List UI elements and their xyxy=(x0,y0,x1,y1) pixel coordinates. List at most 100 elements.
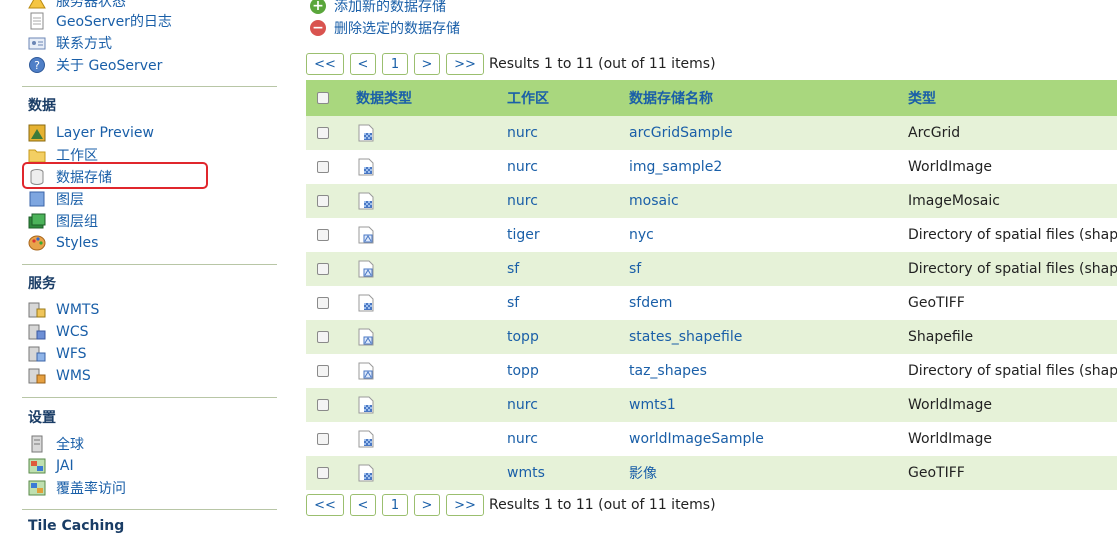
pager-last-button[interactable]: >> xyxy=(446,494,484,516)
sidebar-item-label: GeoServer的日志 xyxy=(56,14,172,30)
store-name-link[interactable]: sfdem xyxy=(629,295,672,311)
store-type: WorldImage xyxy=(908,159,992,175)
raster-store-icon xyxy=(358,430,374,448)
raster-store-icon xyxy=(358,158,374,176)
server-icon xyxy=(28,323,46,341)
store-type: WorldImage xyxy=(908,397,992,413)
remove-store-link[interactable]: − 删除选定的数据存储 xyxy=(310,18,460,38)
store-name-link[interactable]: 影像 xyxy=(629,463,657,483)
server-icon xyxy=(28,435,46,453)
workspace-link[interactable]: sf xyxy=(507,295,519,311)
workspace-link[interactable]: topp xyxy=(507,329,539,345)
vector-store-icon xyxy=(358,328,374,346)
pager-summary: Results 1 to 11 (out of 11 items) xyxy=(489,56,716,72)
remove-store-label: 删除选定的数据存储 xyxy=(334,21,460,37)
store-name-link[interactable]: states_shapefile xyxy=(629,329,742,345)
header-store-name[interactable]: 数据存储名称 xyxy=(629,88,713,108)
sidebar-item-wfs[interactable]: WFS xyxy=(28,343,87,365)
raster-store-icon xyxy=(358,124,374,142)
table-row: tiger nyc Directory of spatial files (shap… xyxy=(306,218,1117,252)
sidebar-item-contact[interactable]: 联系方式 xyxy=(28,32,112,54)
table-row: sf sf Directory of spatial files (shapefil… xyxy=(306,252,1117,286)
sidebar-item-jai[interactable]: JAI xyxy=(28,455,74,477)
row-checkbox[interactable] xyxy=(317,195,329,207)
layer-preview-icon xyxy=(28,124,46,142)
header-type[interactable]: 类型 xyxy=(908,88,936,108)
store-name-link[interactable]: nyc xyxy=(629,227,654,243)
sidebar-item-layers[interactable]: 图层 xyxy=(28,188,84,210)
sidebar-item-wmts[interactable]: WMTS xyxy=(28,299,99,321)
sidebar-item-label: JAI xyxy=(56,458,74,474)
sidebar-item-wms[interactable]: WMS xyxy=(28,365,91,387)
raster-store-icon xyxy=(358,294,374,312)
workspace-link[interactable]: nurc xyxy=(507,125,538,141)
header-workspace[interactable]: 工作区 xyxy=(507,88,549,108)
sidebar-item-label: Styles xyxy=(56,235,99,251)
row-checkbox[interactable] xyxy=(317,297,329,309)
row-checkbox[interactable] xyxy=(317,161,329,173)
sidebar-item-layer-preview[interactable]: Layer Preview xyxy=(28,122,154,144)
row-checkbox[interactable] xyxy=(317,127,329,139)
sidebar-item-styles[interactable]: Styles xyxy=(28,232,98,254)
store-name-link[interactable]: taz_shapes xyxy=(629,363,707,379)
stores-table: 数据类型 工作区 数据存储名称 类型 nurc arcGridSample ArcG… xyxy=(306,80,1117,490)
sidebar-item-label: WMTS xyxy=(56,302,100,318)
store-name-link[interactable]: sf xyxy=(629,261,641,277)
store-name-link[interactable]: mosaic xyxy=(629,193,679,209)
section-title-tile-caching: Tile Caching xyxy=(28,518,125,534)
store-name-link[interactable]: arcGridSample xyxy=(629,125,733,141)
store-name-link[interactable]: img_sample2 xyxy=(629,159,722,175)
raster-store-icon xyxy=(358,396,374,414)
workspace-link[interactable]: nurc xyxy=(507,431,538,447)
sidebar-item-about[interactable]: ? 关于 GeoServer xyxy=(28,54,162,76)
table-row: wmts 影像 GeoTIFF xyxy=(306,456,1117,490)
row-checkbox[interactable] xyxy=(317,467,329,479)
section-title-services: 服务 xyxy=(28,276,56,292)
row-checkbox[interactable] xyxy=(317,229,329,241)
table-row: nurc worldImageSample WorldImage xyxy=(306,422,1117,456)
add-store-link[interactable]: + 添加新的数据存储 xyxy=(310,0,446,16)
workspace-link[interactable]: nurc xyxy=(507,193,538,209)
help-icon: ? xyxy=(28,56,46,74)
pager-last-button[interactable]: >> xyxy=(446,53,484,75)
header-data-type[interactable]: 数据类型 xyxy=(356,88,412,108)
pager-prev-button[interactable]: < xyxy=(350,53,376,75)
svg-text:?: ? xyxy=(34,59,40,72)
store-type: ArcGrid xyxy=(908,125,961,141)
sidebar-item-label: 图层组 xyxy=(56,214,98,230)
workspace-link[interactable]: tiger xyxy=(507,227,540,243)
sidebar-item-geoserver-log[interactable]: GeoServer的日志 xyxy=(28,10,172,32)
row-checkbox[interactable] xyxy=(317,331,329,343)
workspace-link[interactable]: sf xyxy=(507,261,519,277)
sidebar-item-wcs[interactable]: WCS xyxy=(28,321,89,343)
workspace-link[interactable]: nurc xyxy=(507,397,538,413)
store-type: Shapefile xyxy=(908,329,974,345)
remove-icon: − xyxy=(310,20,326,36)
table-row: nurc wmts1 WorldImage xyxy=(306,388,1117,422)
workspace-link[interactable]: wmts xyxy=(507,465,545,481)
pager-page-button[interactable]: 1 xyxy=(382,494,408,516)
sidebar-item-global[interactable]: 全球 xyxy=(28,433,84,455)
vector-store-icon xyxy=(358,260,374,278)
store-type: Directory of spatial files (shapefiles) xyxy=(908,363,1117,379)
pager-prev-button[interactable]: < xyxy=(350,494,376,516)
pager-next-button[interactable]: > xyxy=(414,494,440,516)
workspace-link[interactable]: nurc xyxy=(507,159,538,175)
row-checkbox[interactable] xyxy=(317,263,329,275)
row-checkbox[interactable] xyxy=(317,399,329,411)
store-name-link[interactable]: wmts1 xyxy=(629,397,676,413)
sidebar-item-label: 联系方式 xyxy=(56,36,112,52)
pager-page-button[interactable]: 1 xyxy=(382,53,408,75)
sidebar-item-layer-groups[interactable]: 图层组 xyxy=(28,210,98,232)
pager-first-button[interactable]: << xyxy=(306,53,344,75)
row-checkbox[interactable] xyxy=(317,433,329,445)
select-all-checkbox[interactable] xyxy=(317,92,329,104)
row-checkbox[interactable] xyxy=(317,365,329,377)
document-icon xyxy=(28,12,46,30)
workspace-link[interactable]: topp xyxy=(507,363,539,379)
pager-next-button[interactable]: > xyxy=(414,53,440,75)
sidebar-item-label: WFS xyxy=(56,346,87,362)
store-name-link[interactable]: worldImageSample xyxy=(629,431,764,447)
pager-first-button[interactable]: << xyxy=(306,494,344,516)
sidebar-item-coverage-access[interactable]: 覆盖率访问 xyxy=(28,477,126,499)
